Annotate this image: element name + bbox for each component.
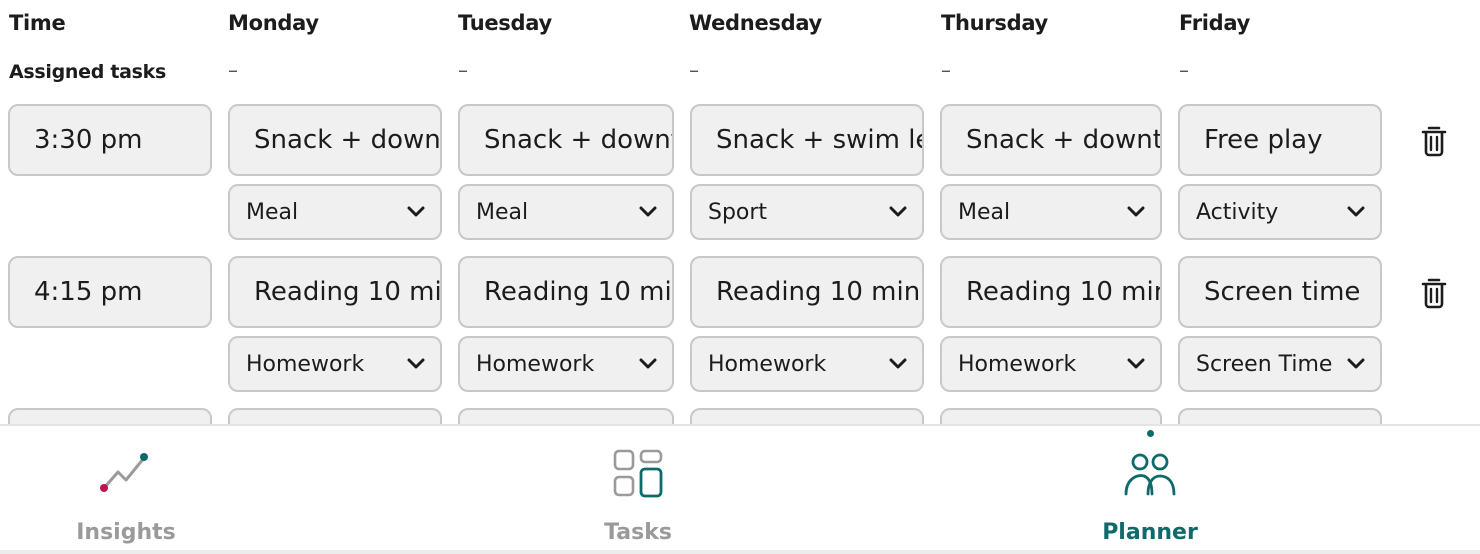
- nav-planner-label: Planner: [1102, 520, 1198, 545]
- task-input-tuesday[interactable]: Snack + downtime: [458, 104, 674, 176]
- category-select-thursday[interactable]: Meal: [940, 184, 1162, 240]
- category-value: Meal: [958, 199, 1011, 225]
- task-text: Snack + swim lesson: [716, 125, 922, 155]
- category-value: Homework: [708, 351, 827, 377]
- people-icon: [1124, 453, 1176, 496]
- header-monday: Monday: [228, 11, 319, 35]
- task-text: Reading 10 minutes: [966, 277, 1160, 307]
- planner-grid: Time Monday Tuesday Wednesday Thursday F…: [0, 0, 1480, 424]
- time-input[interactable]: 4:15 pm: [8, 256, 212, 328]
- chart-line-icon: [100, 453, 148, 492]
- nav-insights[interactable]: Insights: [16, 426, 236, 554]
- task-text: Reading 10 minutes: [484, 277, 672, 307]
- trash-icon[interactable]: [1420, 276, 1448, 310]
- assigned-tuesday: –: [458, 58, 468, 82]
- task-input-thursday[interactable]: [940, 408, 1162, 424]
- task-input-friday[interactable]: Screen time: [1178, 256, 1382, 328]
- task-input-tuesday[interactable]: [458, 408, 674, 424]
- assigned-thursday: –: [941, 58, 951, 82]
- category-select-tuesday[interactable]: Homework: [458, 336, 674, 392]
- bottom-nav: Insights Tasks Planner: [0, 424, 1480, 554]
- chevron-down-icon: [1347, 358, 1365, 369]
- task-input-thursday[interactable]: Reading 10 minutes: [940, 256, 1162, 328]
- task-text: Snack + downtime: [484, 125, 672, 155]
- time-value: 4:15 pm: [34, 277, 143, 307]
- time-input[interactable]: 3:30 pm: [8, 104, 212, 176]
- task-input-tuesday[interactable]: Reading 10 minutes: [458, 256, 674, 328]
- header-tuesday: Tuesday: [458, 11, 552, 35]
- category-value: Sport: [708, 199, 768, 225]
- nav-insights-label: Insights: [76, 520, 176, 545]
- time-value: 3:30 pm: [34, 125, 143, 155]
- category-value: Homework: [958, 351, 1077, 377]
- task-input-monday[interactable]: Snack + downtime: [228, 104, 442, 176]
- category-value: Homework: [246, 351, 365, 377]
- category-select-tuesday[interactable]: Meal: [458, 184, 674, 240]
- chevron-down-icon: [639, 206, 657, 217]
- task-text: Screen time: [1204, 277, 1361, 307]
- task-input-friday[interactable]: Free play: [1178, 104, 1382, 176]
- divider: [0, 550, 1480, 554]
- task-text: Reading 10 minutes: [254, 277, 440, 307]
- category-select-thursday[interactable]: Homework: [940, 336, 1162, 392]
- task-input-friday[interactable]: [1178, 408, 1382, 424]
- chevron-down-icon: [639, 358, 657, 369]
- task-text: Reading 10 minutes: [716, 277, 922, 307]
- category-select-friday[interactable]: Activity: [1178, 184, 1382, 240]
- header-time: Time: [9, 11, 66, 35]
- category-select-friday[interactable]: Screen Time: [1178, 336, 1382, 392]
- category-select-monday[interactable]: Meal: [228, 184, 442, 240]
- header-friday: Friday: [1179, 11, 1251, 35]
- nav-tasks[interactable]: Tasks: [528, 426, 748, 554]
- category-select-wednesday[interactable]: Sport: [690, 184, 924, 240]
- nav-planner[interactable]: Planner: [1040, 426, 1260, 554]
- category-value: Homework: [476, 351, 595, 377]
- assigned-friday: –: [1179, 58, 1189, 82]
- task-text: Snack + downtime: [254, 125, 440, 155]
- assigned-tasks-label: Assigned tasks: [9, 61, 167, 83]
- category-select-wednesday[interactable]: Homework: [690, 336, 924, 392]
- chevron-down-icon: [1127, 206, 1145, 217]
- grid-icon: [613, 449, 663, 498]
- task-input-wednesday[interactable]: Reading 10 minutes: [690, 256, 924, 328]
- header-thursday: Thursday: [941, 11, 1048, 35]
- chevron-down-icon: [889, 358, 907, 369]
- time-input[interactable]: [8, 408, 212, 424]
- chevron-down-icon: [889, 206, 907, 217]
- chevron-down-icon: [407, 358, 425, 369]
- assigned-monday: –: [228, 58, 238, 82]
- task-input-wednesday[interactable]: Snack + swim lesson: [690, 104, 924, 176]
- task-input-monday[interactable]: [228, 408, 442, 424]
- task-input-wednesday[interactable]: [690, 408, 924, 424]
- assigned-wednesday: –: [689, 58, 699, 82]
- category-value: Screen Time: [1196, 351, 1333, 377]
- category-value: Meal: [476, 199, 529, 225]
- chevron-down-icon: [1127, 358, 1145, 369]
- trash-icon[interactable]: [1420, 124, 1448, 158]
- header-wednesday: Wednesday: [689, 11, 822, 35]
- task-text: Snack + downtime: [966, 125, 1160, 155]
- chevron-down-icon: [1347, 206, 1365, 217]
- category-value: Meal: [246, 199, 299, 225]
- active-indicator: [1146, 430, 1154, 437]
- task-input-monday[interactable]: Reading 10 minutes: [228, 256, 442, 328]
- category-value: Activity: [1196, 199, 1279, 225]
- category-select-monday[interactable]: Homework: [228, 336, 442, 392]
- task-text: Free play: [1204, 125, 1323, 155]
- chevron-down-icon: [407, 206, 425, 217]
- nav-tasks-label: Tasks: [604, 520, 672, 545]
- task-input-thursday[interactable]: Snack + downtime: [940, 104, 1162, 176]
